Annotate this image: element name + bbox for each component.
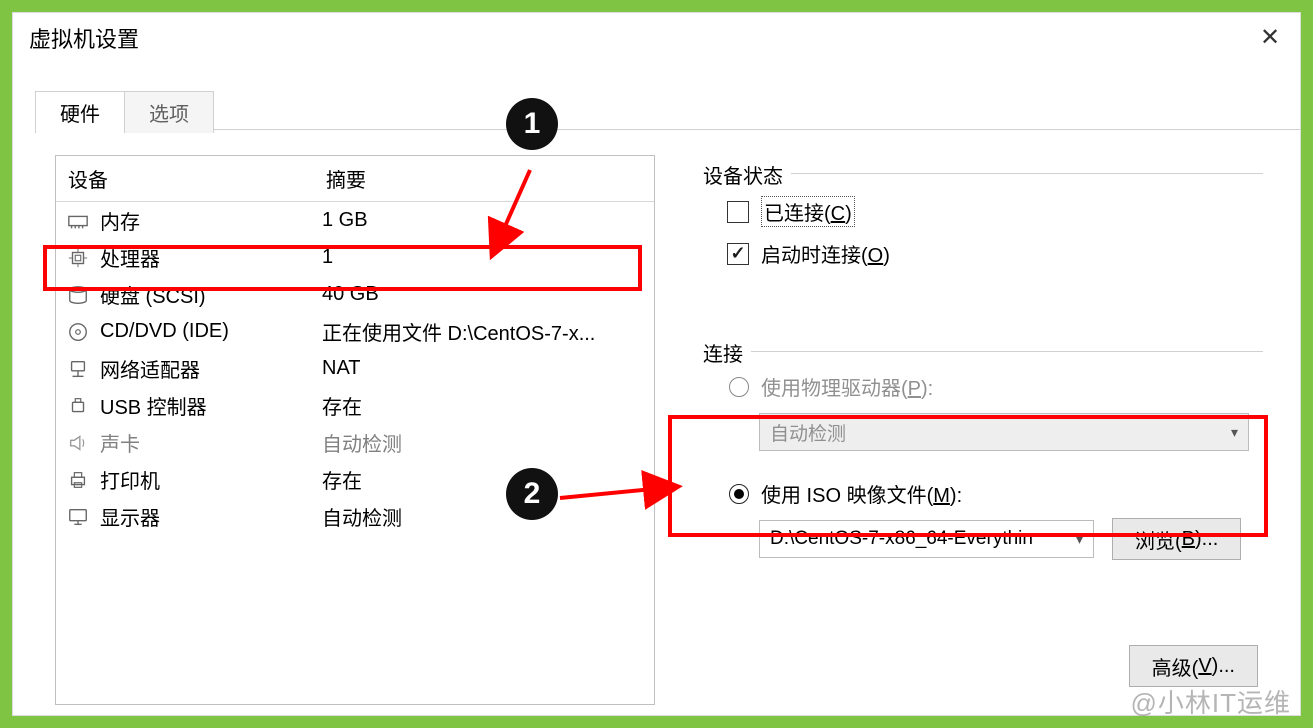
device-name: 处理器 xyxy=(100,243,322,272)
close-icon: ✕ xyxy=(1260,23,1280,52)
device-name: 网络适配器 xyxy=(100,354,322,383)
device-name: 打印机 xyxy=(100,465,322,494)
disk-icon xyxy=(66,283,90,307)
device-name: 声卡 xyxy=(100,428,322,457)
checkbox-connected-label: 已连接(C) xyxy=(761,196,855,227)
device-name: 内存 xyxy=(100,206,322,235)
device-summary: 40 GB xyxy=(322,283,644,306)
tab-hardware[interactable]: 硬件 xyxy=(35,91,125,133)
tab-options[interactable]: 选项 xyxy=(124,91,214,133)
radio-iso-file-circle xyxy=(729,484,749,504)
table-row[interactable]: 显示器自动检测 xyxy=(56,498,654,535)
device-summary: 存在 xyxy=(322,391,644,420)
chevron-down-icon: ▾ xyxy=(1076,531,1083,548)
tab-panel-border xyxy=(35,129,1300,130)
browse-button[interactable]: 浏览(B)... xyxy=(1112,518,1241,560)
group-device-status: 设备状态 已连接(C) 启动时连接(O) xyxy=(703,173,1263,284)
usb-icon xyxy=(66,394,90,418)
checkbox-connect-on-start-label: 启动时连接(O) xyxy=(761,239,890,268)
display-icon xyxy=(66,505,90,529)
memory-icon xyxy=(66,209,90,233)
printer-icon xyxy=(66,468,90,492)
device-name: 显示器 xyxy=(100,502,322,531)
device-name: USB 控制器 xyxy=(100,391,322,420)
table-row[interactable]: 处理器1 xyxy=(56,239,654,276)
dropdown-iso-path[interactable]: D:\CentOS-7-x86_64-Everythin ▾ xyxy=(759,520,1094,558)
device-summary: 自动检测 xyxy=(322,428,644,457)
device-summary: 1 xyxy=(322,246,644,269)
table-row[interactable]: 内存1 GB xyxy=(56,202,654,239)
col-summary: 摘要 xyxy=(314,156,654,201)
group-device-status-title: 设备状态 xyxy=(703,160,791,189)
device-summary: 存在 xyxy=(322,465,644,494)
table-row[interactable]: 硬盘 (SCSI)40 GB xyxy=(56,276,654,313)
table-row[interactable]: 打印机存在 xyxy=(56,461,654,498)
device-summary: 1 GB xyxy=(322,209,644,232)
table-row[interactable]: 声卡自动检测 xyxy=(56,424,654,461)
table-row[interactable]: USB 控制器存在 xyxy=(56,387,654,424)
radio-physical-drive-circle xyxy=(729,377,749,397)
net-icon xyxy=(66,357,90,381)
tab-bar: 硬件 选项 xyxy=(35,91,214,133)
tab-hardware-label: 硬件 xyxy=(60,104,100,126)
cd-icon xyxy=(66,320,90,344)
device-summary: 自动检测 xyxy=(322,502,644,531)
window-title: 虚拟机设置 xyxy=(29,22,139,54)
device-summary: 正在使用文件 D:\CentOS-7-x... xyxy=(322,317,644,346)
body-area: 硬件 选项 设备 摘要 内存1 GB处理器1硬盘 (SCSI)40 GBCD/D… xyxy=(13,63,1300,715)
iso-row: D:\CentOS-7-x86_64-Everythin ▾ 浏览(B)... xyxy=(759,518,1259,560)
dropdown-physical-drive-value: 自动检测 xyxy=(770,419,846,446)
col-device: 设备 xyxy=(56,156,314,201)
dropdown-iso-path-value: D:\CentOS-7-x86_64-Everythin xyxy=(770,528,1033,550)
checkbox-connected-box xyxy=(727,201,749,223)
cpu-icon xyxy=(66,246,90,270)
table-row[interactable]: CD/DVD (IDE)正在使用文件 D:\CentOS-7-x... xyxy=(56,313,654,350)
tab-options-label: 选项 xyxy=(149,104,189,126)
close-button[interactable]: ✕ xyxy=(1240,15,1300,59)
settings-window: 虚拟机设置 ✕ 硬件 选项 设备 摘要 内存1 GB处理器1硬盘 (SCSI)4… xyxy=(12,12,1301,716)
group-connection-title: 连接 xyxy=(703,338,751,367)
device-table: 设备 摘要 内存1 GB处理器1硬盘 (SCSI)40 GBCD/DVD (ID… xyxy=(55,155,655,705)
device-name: CD/DVD (IDE) xyxy=(100,320,322,343)
device-summary: NAT xyxy=(322,357,644,380)
sound-icon xyxy=(66,431,90,455)
device-table-header: 设备 摘要 xyxy=(56,156,654,202)
radio-iso-file[interactable]: 使用 ISO 映像文件(M): xyxy=(729,479,1259,508)
checkbox-connected[interactable]: 已连接(C) xyxy=(727,196,1259,227)
device-name: 硬盘 (SCSI) xyxy=(100,280,322,309)
radio-physical-drive[interactable]: 使用物理驱动器(P): xyxy=(729,372,1259,401)
radio-physical-drive-label: 使用物理驱动器(P): xyxy=(761,372,933,401)
checkbox-connect-on-start[interactable]: 启动时连接(O) xyxy=(727,239,1259,268)
dropdown-physical-drive: 自动检测 ▾ xyxy=(759,413,1249,451)
table-row[interactable]: 网络适配器NAT xyxy=(56,350,654,387)
checkbox-connect-on-start-box xyxy=(727,243,749,265)
radio-iso-file-label: 使用 ISO 映像文件(M): xyxy=(761,479,962,508)
advanced-button[interactable]: 高级(V)... xyxy=(1129,645,1258,687)
titlebar: 虚拟机设置 xyxy=(13,13,1300,63)
group-connection: 连接 使用物理驱动器(P): 自动检测 ▾ 使用 ISO 映像文件(M): xyxy=(703,351,1263,568)
chevron-down-icon: ▾ xyxy=(1231,424,1238,441)
